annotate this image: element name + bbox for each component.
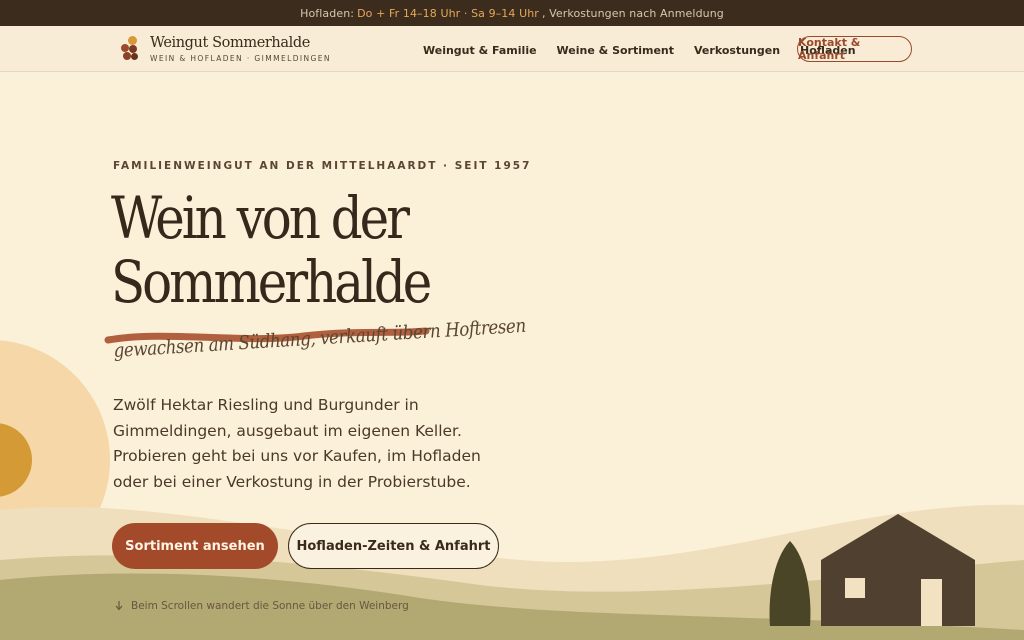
hero-eyebrow: FAMILIENWEINGUT AN DER MITTELHAARDT · SE… bbox=[113, 160, 532, 172]
farmhouse-window bbox=[845, 578, 865, 598]
hero-title-line-2: Sommerhalde bbox=[111, 248, 432, 316]
arrow-down-icon bbox=[115, 601, 123, 611]
brand-subtitle: WEIN & HOFLADEN · GIMMELDINGEN bbox=[150, 54, 331, 63]
main-nav: Weingut Sommerhalde WEIN & HOFLADEN · GI… bbox=[0, 26, 1024, 72]
hofladen-times-button[interactable]: Hofladen-Zeiten & Anfahrt bbox=[288, 523, 499, 569]
contact-button[interactable]: Kontakt & Anfahrt bbox=[797, 36, 912, 62]
scroll-hint-text: Beim Scrollen wandert die Sonne über den… bbox=[131, 600, 409, 612]
nav-item-weingut[interactable]: Weingut & Familie bbox=[423, 44, 537, 57]
farmhouse-door bbox=[921, 579, 942, 626]
hero-title: Wein von der Sommerhalde bbox=[111, 184, 432, 316]
nav-item-weine[interactable]: Weine & Sortiment bbox=[557, 44, 674, 57]
brand-name[interactable]: Weingut Sommerhalde bbox=[150, 35, 310, 51]
hero-title-line-1: Wein von der bbox=[111, 184, 410, 252]
nav-item-verkostungen[interactable]: Verkostungen bbox=[694, 44, 780, 57]
nav-links: Weingut & Familie Weine & Sortiment Verk… bbox=[423, 44, 856, 57]
info-bar-suffix: , Verkostungen nach Anmeldung bbox=[541, 6, 724, 20]
hero-description: Zwölf Hektar Riesling und Burgunder in G… bbox=[113, 396, 481, 491]
info-bar-hours: Do + Fr 14–18 Uhr · Sa 9–14 Uhr bbox=[357, 6, 539, 20]
scroll-hint: Beim Scrollen wandert die Sonne über den… bbox=[115, 600, 409, 612]
sortiment-button[interactable]: Sortiment ansehen bbox=[112, 523, 278, 569]
info-bar: Hofladen: Do + Fr 14–18 Uhr · Sa 9–14 Uh… bbox=[0, 0, 1024, 26]
info-bar-prefix: Hofladen: bbox=[300, 6, 355, 20]
grapes-icon[interactable] bbox=[120, 36, 140, 62]
